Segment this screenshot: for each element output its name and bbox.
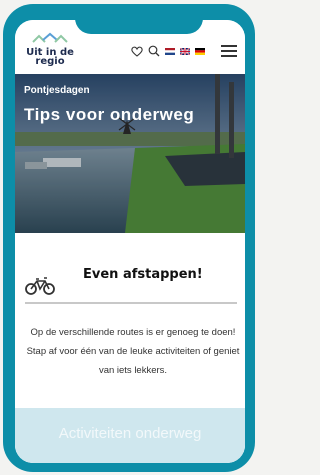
heart-icon[interactable]	[131, 46, 143, 57]
hero-title: Tips voor onderweg	[24, 105, 195, 124]
flag-de-icon[interactable]	[195, 47, 205, 55]
bicycle-icon	[25, 277, 55, 295]
hero-banner: Pontjesdagen Tips voor onderweg	[15, 74, 245, 233]
logo-line2: regio	[35, 56, 65, 67]
site-logo[interactable]: Uit in de regio	[25, 32, 75, 72]
section-body: Op de verschillende routes is er genoeg …	[26, 327, 240, 376]
flag-uk-icon[interactable]	[180, 47, 190, 55]
phone-frame: Uit in de regio Pontjesdagen Tips voor o…	[3, 4, 255, 472]
hero-subtitle: Pontjesdagen	[24, 85, 90, 96]
flag-nl-icon[interactable]	[165, 47, 175, 55]
phone-notch	[75, 8, 203, 34]
activities-button-label: Activiteiten onderweg	[58, 425, 202, 442]
menu-icon[interactable]	[221, 45, 237, 57]
section-title: Even afstappen!	[83, 267, 203, 282]
search-icon[interactable]	[148, 45, 160, 57]
section-divider	[25, 302, 237, 304]
logo-text: Uit in de regio	[25, 48, 75, 67]
hero-photo	[15, 74, 245, 233]
phone-screen: Uit in de regio Pontjesdagen Tips voor o…	[15, 20, 245, 463]
header-icons	[131, 44, 205, 58]
birds-logo-icon	[32, 32, 68, 43]
activities-button[interactable]: Activiteiten onderweg	[15, 408, 245, 463]
